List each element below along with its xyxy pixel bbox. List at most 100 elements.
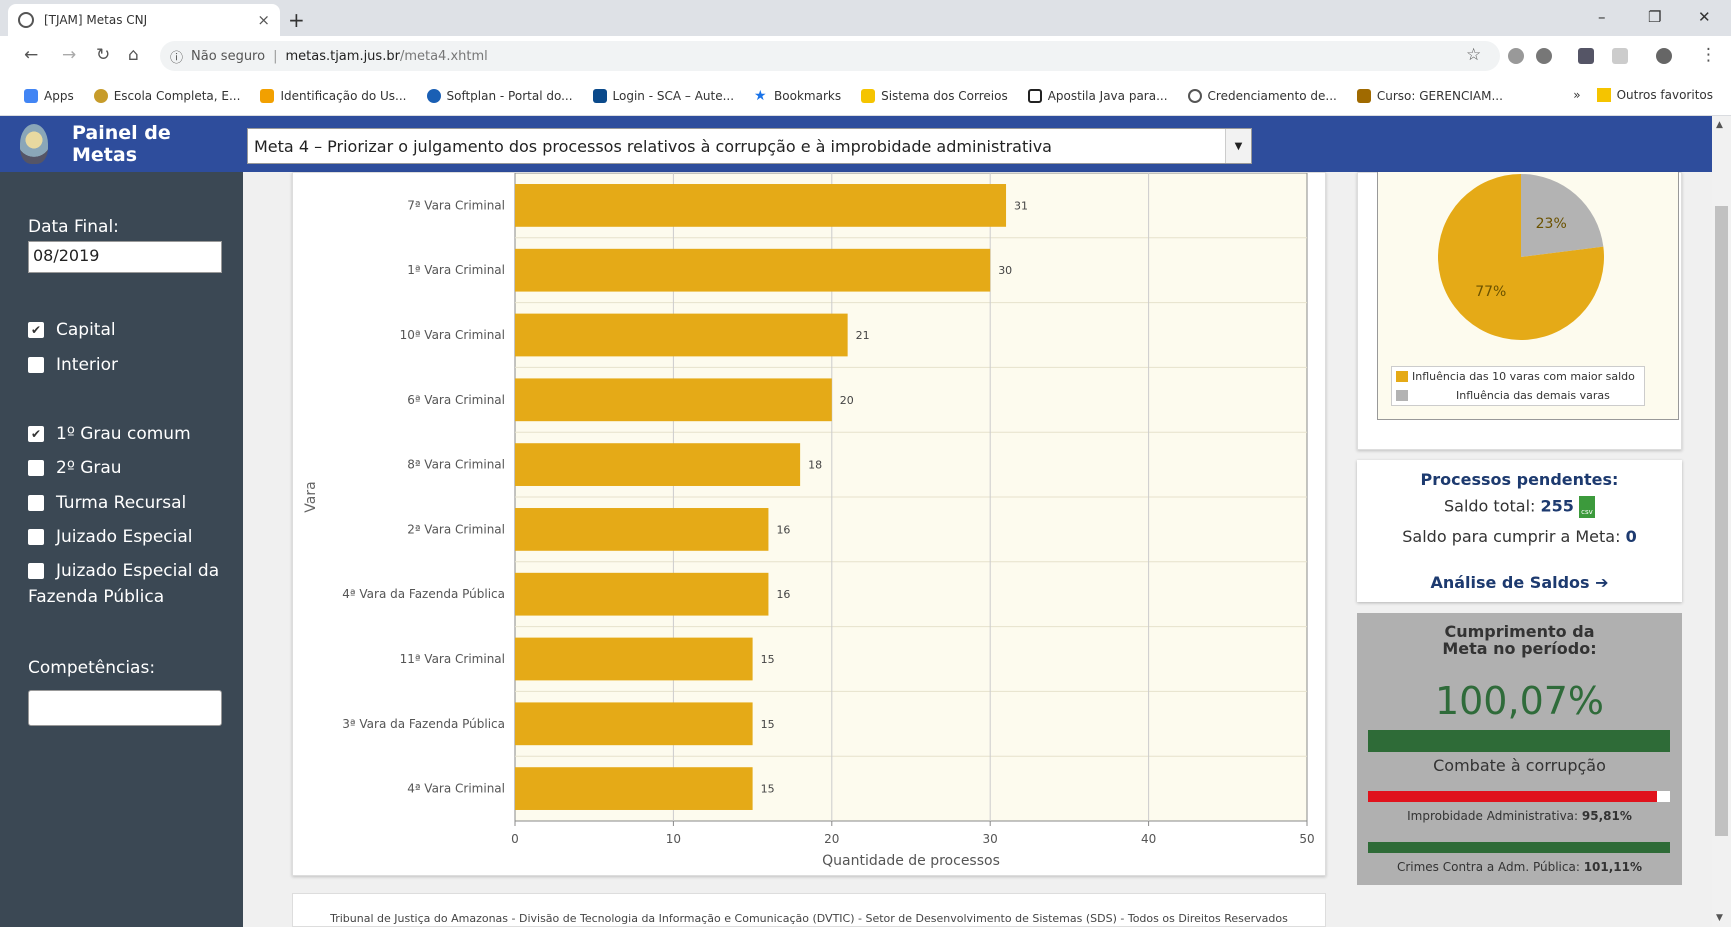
checkbox-turma-recursal[interactable]: Turma Recursal bbox=[28, 490, 186, 516]
checkbox-icon[interactable] bbox=[28, 460, 44, 476]
pendentes-card: Processos pendentes: Saldo total: 255 cs… bbox=[1357, 460, 1682, 602]
bar-chart: 0 10 20 30 40 50 31 7ª Vara Criminal 30 1ª Vara C… bbox=[303, 173, 1315, 869]
tab-close-button[interactable]: × bbox=[257, 11, 270, 29]
bookmark-item[interactable]: Apostila Java para... bbox=[1027, 88, 1168, 103]
reload-icon[interactable]: ↻ bbox=[96, 45, 110, 65]
bar-8 bbox=[515, 637, 753, 681]
saldo-meta: Saldo para cumprir a Meta: 0 bbox=[1402, 527, 1637, 546]
checkbox-icon[interactable] bbox=[28, 495, 44, 511]
url-bar[interactable]: ⓘ Não seguro | metas.tjam.jus.br /meta4.… bbox=[160, 41, 1500, 71]
cumprimento-card: Cumprimento da Meta no período: 100,07% … bbox=[1357, 613, 1682, 885]
info-icon[interactable]: ⓘ bbox=[170, 47, 183, 66]
crimes-label: Crimes Contra a Adm. Pública: 101,11% bbox=[1396, 860, 1643, 874]
checkbox-juizado-fazenda[interactable]: Juizado Especial da Fazenda Pública bbox=[28, 558, 228, 610]
browser-tab[interactable]: [TJAM] Metas CNJ × bbox=[8, 4, 280, 36]
forward-icon[interactable]: → bbox=[62, 45, 76, 65]
checkbox-icon[interactable] bbox=[28, 357, 44, 373]
home-icon[interactable]: ⌂ bbox=[128, 45, 139, 65]
improbidade-label: Improbidade Administrativa: 95,81% bbox=[1407, 809, 1632, 823]
bookmarks-overflow: » Outros favoritos bbox=[1573, 88, 1713, 102]
analise-saldos-link[interactable]: Análise de Saldos ➔ bbox=[1357, 573, 1682, 592]
category-label: 10ª Vara Criminal bbox=[400, 328, 505, 342]
date-label: Data Final: bbox=[28, 217, 119, 237]
bookmark-item[interactable]: Login - SCA – Aute... bbox=[592, 88, 734, 103]
checkbox-icon[interactable]: ✔ bbox=[28, 322, 44, 338]
globe-icon bbox=[1187, 88, 1202, 103]
pie-chart: 23% 77% bbox=[1438, 174, 1604, 340]
minimize-icon[interactable]: – bbox=[1598, 8, 1606, 26]
close-window-icon[interactable]: ✕ bbox=[1698, 8, 1711, 26]
menu-icon[interactable]: ⋮ bbox=[1700, 45, 1717, 65]
bookmark-star-icon[interactable]: ☆ bbox=[1466, 45, 1481, 65]
restore-icon[interactable]: ❐ bbox=[1648, 8, 1661, 26]
extension-icon[interactable] bbox=[1578, 48, 1594, 64]
checkbox-icon[interactable]: ✔ bbox=[28, 426, 44, 442]
x-tick-label: 30 bbox=[983, 832, 998, 846]
bookmarks-more-button[interactable]: » bbox=[1573, 88, 1580, 102]
checkbox-1-grau[interactable]: ✔ 1º Grau comum bbox=[28, 421, 191, 447]
bookmark-item[interactable]: Sistema dos Correios bbox=[861, 88, 1008, 103]
bookmark-icon bbox=[426, 88, 441, 103]
checkbox-juizado-especial[interactable]: Juizado Especial bbox=[28, 524, 193, 550]
bookmark-icon bbox=[1027, 88, 1042, 103]
category-label: 11ª Vara Criminal bbox=[400, 652, 505, 666]
checkbox-2-grau[interactable]: 2º Grau bbox=[28, 455, 122, 481]
bookmark-item[interactable]: Softplan - Portal do... bbox=[426, 88, 573, 103]
tjam-logo bbox=[20, 124, 48, 164]
other-bookmarks[interactable]: Outros favoritos bbox=[1617, 88, 1713, 102]
pie-legend: Influência das 10 varas com maior saldo … bbox=[1391, 366, 1645, 406]
url-path: /meta4.xhtml bbox=[399, 48, 488, 64]
bar-value-label: 18 bbox=[808, 459, 822, 472]
meta-select[interactable]: Meta 4 – Priorizar o julgamento dos proc… bbox=[247, 128, 1252, 164]
new-tab-button[interactable]: + bbox=[288, 8, 305, 32]
bookmark-item[interactable]: ★ Bookmarks bbox=[754, 89, 841, 103]
csv-download-icon[interactable]: csv bbox=[1579, 496, 1595, 518]
x-tick-label: 10 bbox=[666, 832, 681, 846]
checkbox-interior[interactable]: Interior bbox=[28, 352, 118, 378]
competencias-input[interactable] bbox=[28, 690, 222, 726]
chevron-down-icon[interactable]: ▼ bbox=[1225, 129, 1251, 163]
extension-icon[interactable] bbox=[1536, 48, 1552, 64]
checkbox-capital[interactable]: ✔ Capital bbox=[28, 317, 116, 343]
url-host: metas.tjam.jus.br bbox=[285, 48, 400, 64]
checkbox-icon[interactable] bbox=[28, 529, 44, 545]
bar-value-label: 15 bbox=[761, 783, 775, 796]
checkbox-icon[interactable] bbox=[28, 563, 44, 579]
competencias-label: Competências: bbox=[28, 658, 156, 678]
pie-slice-label: 77% bbox=[1475, 284, 1506, 300]
crimes-progress-bar bbox=[1368, 842, 1670, 853]
bookmark-item[interactable]: Escola Completa, E... bbox=[93, 88, 240, 103]
saldo-total: Saldo total: 255 csv bbox=[1357, 496, 1682, 518]
pie-slice-label: 23% bbox=[1536, 216, 1567, 232]
bookmark-item[interactable]: Curso: GERENCIAM... bbox=[1356, 88, 1503, 103]
page-scrollbar[interactable]: ▲ ▼ bbox=[1712, 116, 1731, 927]
scrollbar-thumb[interactable] bbox=[1715, 206, 1728, 836]
scroll-up-icon[interactable]: ▲ bbox=[1716, 120, 1723, 130]
security-label: Não seguro bbox=[191, 48, 266, 64]
apps-icon bbox=[24, 88, 38, 103]
tab-title: [TJAM] Metas CNJ bbox=[44, 13, 148, 27]
date-field[interactable]: 08/2019 bbox=[28, 241, 222, 273]
bookmark-icon bbox=[93, 88, 108, 103]
extension-icon[interactable] bbox=[1508, 48, 1524, 64]
x-tick-label: 50 bbox=[1299, 832, 1314, 846]
bookmark-item[interactable]: Credenciamento de... bbox=[1187, 88, 1337, 103]
bar-9 bbox=[515, 702, 753, 746]
category-label: 8ª Vara Criminal bbox=[407, 458, 505, 472]
bar-4 bbox=[515, 378, 832, 422]
scroll-down-icon[interactable]: ▼ bbox=[1716, 913, 1723, 923]
url-separator: | bbox=[273, 48, 278, 64]
bookmark-item[interactable]: Identificação do Us... bbox=[260, 88, 407, 103]
bookmark-item[interactable]: Apps bbox=[24, 88, 74, 103]
bookmark-icon bbox=[592, 88, 607, 103]
app-header: Painel de Metas Meta 4 – Priorizar o jul… bbox=[0, 116, 1712, 172]
improbidade-progress-fill bbox=[1368, 791, 1658, 802]
extension-icon[interactable] bbox=[1612, 48, 1628, 64]
back-icon[interactable]: ← bbox=[24, 45, 38, 65]
x-tick-label: 40 bbox=[1141, 832, 1156, 846]
profile-avatar[interactable] bbox=[1656, 48, 1672, 64]
category-label: 2ª Vara Criminal bbox=[407, 522, 505, 536]
globe-icon bbox=[18, 12, 34, 28]
meta-select-value: Meta 4 – Priorizar o julgamento dos proc… bbox=[254, 137, 1052, 156]
filter-sidebar: Data Final: 08/2019 ✔ Capital Interior ✔… bbox=[0, 172, 243, 927]
